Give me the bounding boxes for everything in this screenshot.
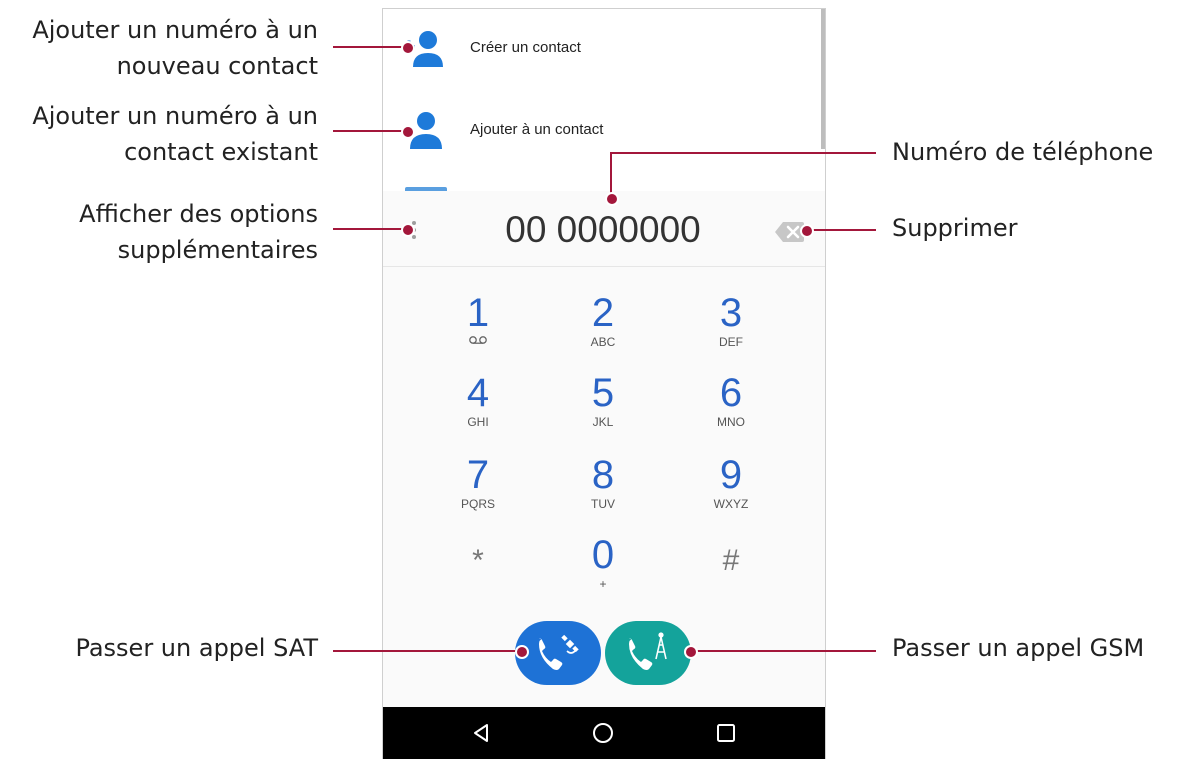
leader-dot	[605, 192, 619, 206]
callout-more-options-line2: supplémentaires	[117, 236, 318, 264]
leader-dot	[401, 41, 415, 55]
gsm-phone-icon	[629, 632, 667, 670]
key-8[interactable]: 8 TUV	[548, 453, 658, 531]
key-4[interactable]: 4 GHI	[423, 371, 533, 449]
callout-new-contact-line2: nouveau contact	[116, 52, 318, 80]
callout-existing-contact-line2: contact existant	[124, 138, 318, 166]
leader-line	[333, 228, 407, 230]
voicemail-icon	[469, 336, 487, 344]
callout-phone-number: Numéro de téléphone	[892, 138, 1154, 166]
key-0[interactable]: 0 +	[548, 533, 658, 611]
recents-icon[interactable]	[714, 721, 738, 745]
leader-line	[612, 152, 876, 154]
create-contact-row[interactable]: Créer un contact	[383, 9, 825, 89]
callout-new-contact-line1: Ajouter un numéro à un	[32, 16, 318, 44]
leader-line	[333, 46, 407, 48]
key-3[interactable]: 3 DEF	[676, 291, 786, 369]
key-6[interactable]: 6 MNO	[676, 371, 786, 449]
key-hash[interactable]: #	[676, 533, 786, 611]
callout-sat-call: Passer un appel SAT	[75, 634, 318, 662]
leader-line	[333, 650, 521, 652]
gsm-call-button[interactable]	[605, 621, 691, 685]
leader-line	[694, 650, 876, 652]
key-star[interactable]: *	[423, 533, 533, 611]
dialer-panel: 00 0000000 1 2 ABC 3 DEF 4 GHI 5 JKL 6 M…	[383, 191, 825, 707]
back-icon[interactable]	[469, 721, 493, 745]
divider	[383, 266, 825, 267]
phone-screen: Créer un contact Ajouter à un contact 00…	[382, 8, 826, 759]
callout-more-options: Afficher des options supplémentaires	[0, 196, 318, 268]
phone-number-display[interactable]: 00 0000000	[443, 209, 763, 251]
add-to-contact-label: Ajouter à un contact	[470, 121, 604, 138]
leader-line	[806, 229, 876, 231]
key-1[interactable]: 1	[423, 291, 533, 369]
callout-gsm-call: Passer un appel GSM	[892, 634, 1145, 662]
list-scrollbar[interactable]	[821, 9, 825, 149]
leader-dot	[401, 125, 415, 139]
leader-line	[333, 130, 407, 132]
callout-new-contact: Ajouter un numéro à un nouveau contact	[0, 12, 318, 84]
callout-more-options-line1: Afficher des options	[79, 200, 318, 228]
leader-dot	[684, 645, 698, 659]
leader-dot	[401, 223, 415, 237]
contact-options-list: Créer un contact Ajouter à un contact	[383, 9, 825, 191]
callout-delete: Supprimer	[892, 214, 1018, 242]
key-2[interactable]: 2 ABC	[548, 291, 658, 369]
home-icon[interactable]	[591, 721, 615, 745]
callout-existing-contact-line1: Ajouter un numéro à un	[32, 102, 318, 130]
navigation-bar	[383, 707, 825, 759]
callout-existing-contact: Ajouter un numéro à un contact existant	[0, 98, 318, 170]
key-5[interactable]: 5 JKL	[548, 371, 658, 449]
add-to-contact-row[interactable]: Ajouter à un contact	[383, 91, 825, 171]
create-contact-label: Créer un contact	[470, 39, 581, 56]
key-7[interactable]: 7 PQRS	[423, 453, 533, 531]
key-9[interactable]: 9 WXYZ	[676, 453, 786, 531]
leader-dot	[800, 224, 814, 238]
leader-dot	[515, 645, 529, 659]
